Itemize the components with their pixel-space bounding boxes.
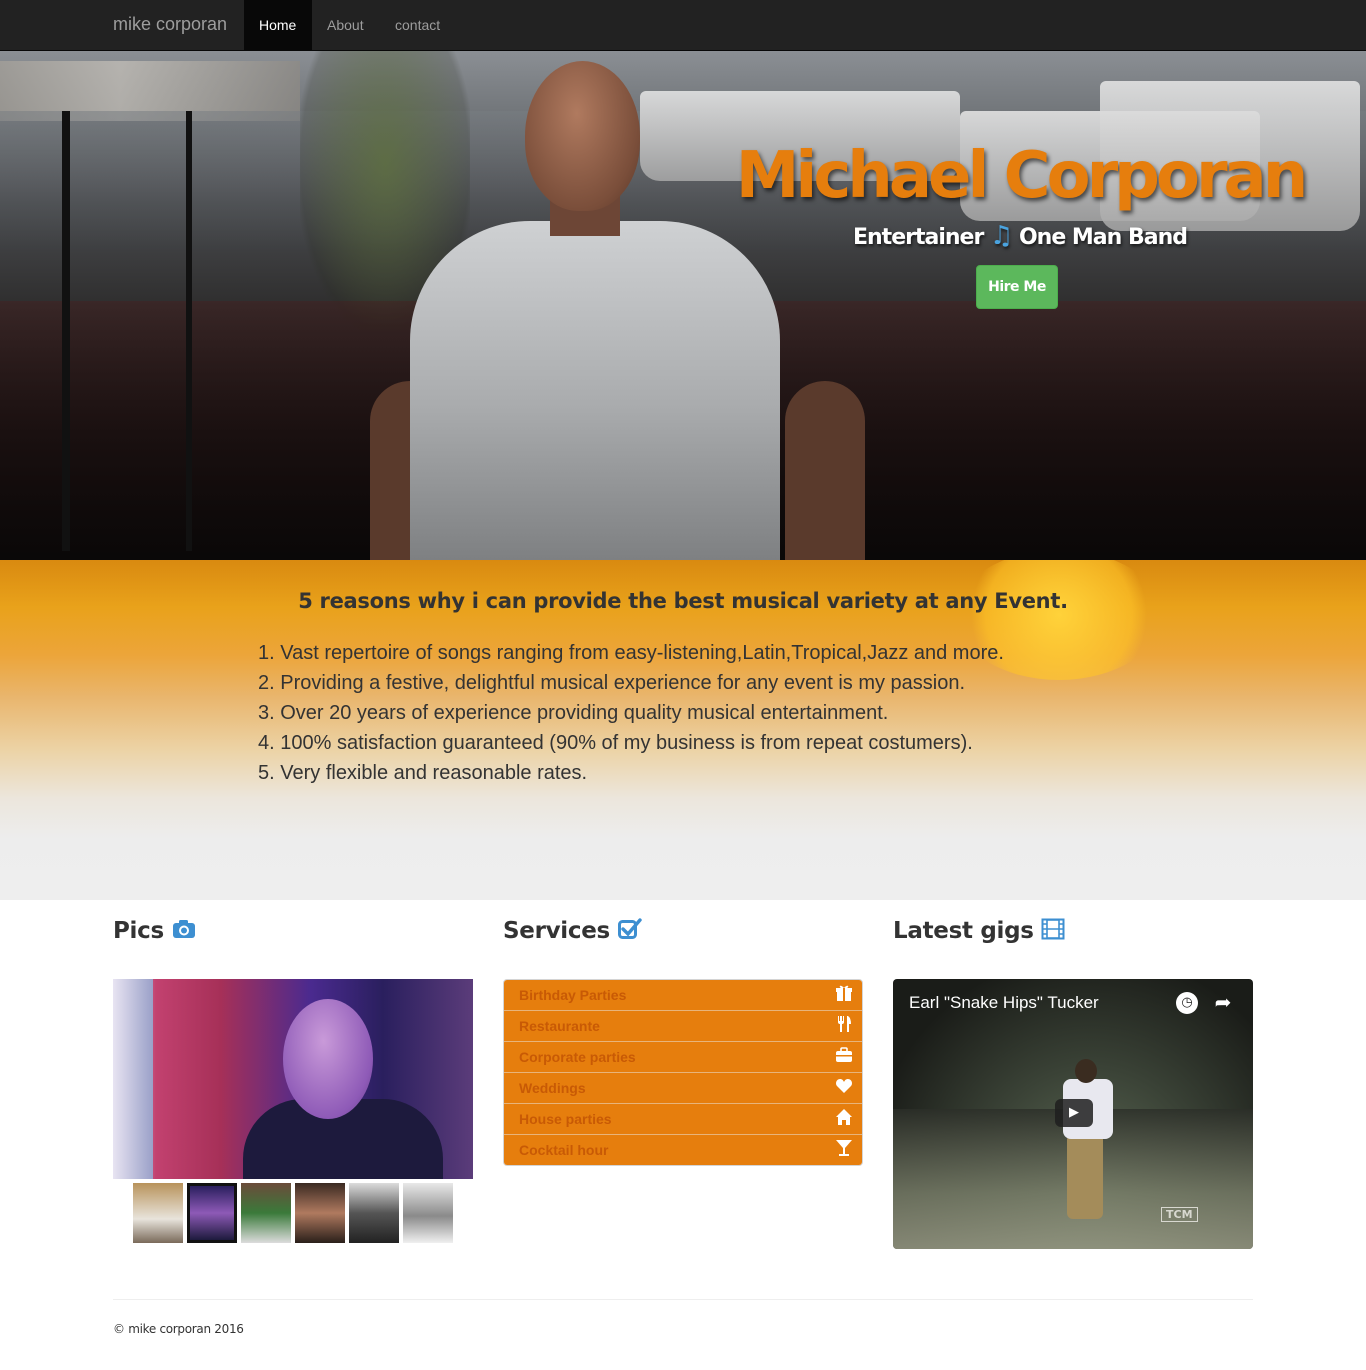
gift-icon	[834, 984, 854, 1006]
service-label: Restaurante	[519, 1018, 600, 1034]
service-item[interactable]: Corporate parties	[504, 1042, 862, 1073]
music-note-icon: ♫	[989, 221, 1013, 251]
video-player[interactable]: Earl "Snake Hips" Tucker ◷ ➦ ▶ TCM	[893, 979, 1253, 1249]
brand-link[interactable]: mike corporan	[113, 14, 227, 35]
gigs-heading-label: Latest gigs	[893, 918, 1034, 944]
gigs-heading: Latest gigs	[893, 918, 1065, 944]
reasons-list: 1. Vast repertoire of songs ranging from…	[258, 638, 1004, 788]
thumbnail-active[interactable]	[187, 1183, 237, 1243]
service-label: Cocktail hour	[519, 1142, 609, 1158]
video-watermark: TCM	[1161, 1207, 1198, 1222]
thumbnail-strip	[133, 1183, 453, 1243]
reasons-title: 5 reasons why i can provide the best mus…	[298, 589, 1068, 613]
cutlery-icon	[834, 1015, 854, 1037]
service-item[interactable]: Cocktail hour	[504, 1135, 862, 1165]
camera-icon	[172, 918, 196, 944]
mic-stand	[186, 111, 192, 551]
nav-contact[interactable]: contact	[380, 0, 456, 50]
footer-divider	[113, 1299, 1253, 1300]
reasons-section: 5 reasons why i can provide the best mus…	[0, 560, 1366, 900]
subtitle-right: One Man Band	[1018, 225, 1188, 250]
reason-item: 2. Providing a festive, delightful music…	[258, 672, 966, 694]
hero-title: Michael Corporan	[735, 139, 1309, 213]
services-heading: Services	[503, 918, 642, 944]
thumbnail[interactable]	[349, 1183, 399, 1243]
nav-home[interactable]: Home	[244, 0, 312, 50]
thumbnail[interactable]	[241, 1183, 291, 1243]
main-photo[interactable]	[113, 979, 473, 1179]
dancer-pants	[1067, 1134, 1103, 1219]
glass-icon	[834, 1139, 854, 1161]
services-list: Birthday Parties Restaurante Corporate p…	[503, 979, 863, 1166]
video-title[interactable]: Earl "Snake Hips" Tucker	[909, 993, 1099, 1013]
hero-subtitle: Entertainer ♫ One Man Band	[700, 221, 1340, 251]
footer-copyright: © mike corporan 2016	[113, 1322, 244, 1336]
reason-item: 4. 100% satisfaction guaranteed (90% of …	[258, 732, 973, 754]
hero-section: Michael Corporan Entertainer ♫ One Man B…	[0, 51, 1366, 560]
service-item[interactable]: Weddings	[504, 1073, 862, 1104]
photo-head	[283, 999, 373, 1119]
reason-item: 1. Vast repertoire of songs ranging from…	[258, 642, 1004, 664]
service-item[interactable]: House parties	[504, 1104, 862, 1135]
service-label: Corporate parties	[519, 1049, 636, 1065]
video-dancer	[1053, 1059, 1113, 1219]
person-shirt	[410, 221, 780, 560]
nav-about[interactable]: About	[312, 0, 380, 50]
hire-me-button[interactable]: Hire Me	[976, 265, 1058, 309]
watch-later-icon[interactable]: ◷	[1176, 992, 1198, 1014]
reason-item: 5. Very flexible and reasonable rates.	[258, 762, 588, 784]
reason-item: 3. Over 20 years of experience providing…	[258, 702, 889, 724]
person-arm	[785, 381, 865, 560]
thumbnail[interactable]	[403, 1183, 453, 1243]
home-icon	[834, 1108, 854, 1130]
pics-heading: Pics	[113, 918, 196, 944]
thumbnail[interactable]	[295, 1183, 345, 1243]
briefcase-icon	[834, 1046, 854, 1068]
photo-door	[113, 979, 153, 1179]
play-button[interactable]: ▶	[1055, 1099, 1093, 1127]
share-icon[interactable]: ➦	[1211, 990, 1235, 1014]
dancer-head	[1075, 1059, 1097, 1083]
service-item[interactable]: Restaurante	[504, 1011, 862, 1042]
navbar: mike corporan Home About contact	[0, 0, 1366, 51]
service-label: House parties	[519, 1111, 612, 1127]
service-item[interactable]: Birthday Parties	[504, 980, 862, 1011]
heart-icon	[834, 1077, 854, 1099]
services-heading-label: Services	[503, 918, 610, 944]
hero-person	[370, 51, 920, 560]
service-label: Weddings	[519, 1080, 586, 1096]
subtitle-left: Entertainer	[852, 225, 984, 250]
mic-stand	[62, 111, 70, 551]
check-square-icon	[617, 918, 642, 944]
pics-heading-label: Pics	[113, 918, 164, 944]
service-label: Birthday Parties	[519, 987, 627, 1003]
film-icon	[1041, 918, 1065, 944]
thumbnail[interactable]	[133, 1183, 183, 1243]
person-head	[525, 61, 640, 211]
